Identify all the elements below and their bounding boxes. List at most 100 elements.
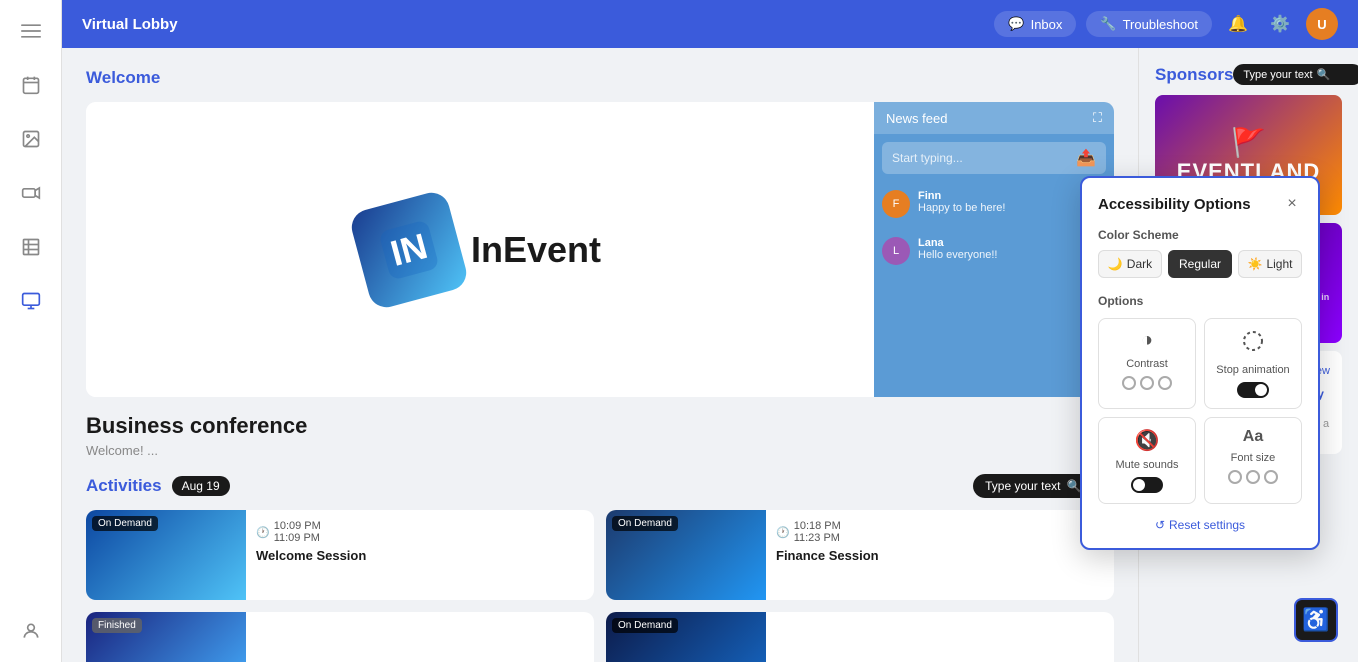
activity-time-2: 🕐10:18 PM11:23 PM	[776, 520, 1104, 544]
activity-card-4[interactable]: On Demand	[606, 612, 1114, 662]
message-lana: L Lana Hello everyone!! Nov 4	[882, 237, 1106, 272]
reset-icon: ↺	[1155, 518, 1165, 532]
date-badge: Aug 19	[172, 476, 230, 496]
conference-title: Business conference	[86, 413, 1114, 439]
on-demand-badge-4: On Demand	[612, 618, 678, 633]
logo-text: InEvent	[471, 229, 601, 271]
accessibility-fab-icon: ♿	[1302, 607, 1329, 633]
scheme-regular-button[interactable]: Regular	[1168, 250, 1232, 278]
troubleshoot-button[interactable]: 🔧 Troubleshoot	[1086, 11, 1212, 37]
logo-icon: IN	[348, 188, 470, 310]
font-size-option: Aa Font size	[1204, 417, 1302, 504]
activity-time-1: 🕐10:09 PM11:09 PM	[256, 520, 584, 544]
activities-header: Activities Aug 19 Type your text 🔍 ⚙	[86, 474, 1114, 498]
troubleshoot-icon: 🔧	[1100, 16, 1116, 32]
page-title: Virtual Lobby	[82, 16, 178, 33]
on-demand-badge-1: On Demand	[92, 516, 158, 531]
accessibility-fab[interactable]: ♿	[1294, 598, 1338, 642]
activity-thumb-4: On Demand	[606, 612, 766, 662]
reset-settings-link[interactable]: ↺ Reset settings	[1098, 518, 1302, 532]
monitor-icon[interactable]	[16, 286, 46, 316]
avatar[interactable]: U	[1306, 8, 1338, 40]
scheme-dark-button[interactable]: 🌙 Dark	[1098, 250, 1162, 278]
stop-animation-toggle[interactable]	[1237, 382, 1269, 398]
calendar-icon[interactable]	[16, 70, 46, 100]
modal-title: Accessibility Options	[1098, 196, 1251, 213]
mute-sounds-toggle[interactable]	[1131, 477, 1163, 493]
sidebar	[0, 0, 62, 662]
contrast-radio-3[interactable]	[1158, 376, 1172, 390]
activity-card-2[interactable]: On Demand 🕐10:18 PM11:23 PM Finance Sess…	[606, 510, 1114, 600]
contrast-radio-2[interactable]	[1140, 376, 1154, 390]
contrast-option: ◑ Contrast	[1098, 318, 1196, 409]
options-label: Options	[1098, 294, 1302, 308]
mute-sounds-knob	[1133, 479, 1145, 491]
font-size-radio-group	[1228, 470, 1278, 484]
contrast-radio-group	[1122, 376, 1172, 390]
logo-area: IN InEvent	[86, 102, 874, 397]
font-size-label: Font size	[1231, 452, 1276, 464]
left-panel: Welcome IN InEvent	[62, 48, 1138, 662]
inbox-icon: 💬	[1008, 16, 1024, 32]
stop-animation-option: Stop animation	[1204, 318, 1302, 409]
sponsors-search[interactable]: Type your text 🔍	[1233, 64, 1358, 85]
search-text: Type your text	[985, 479, 1060, 493]
welcome-area: IN InEvent News feed ⛶ Start typing... 📤	[86, 102, 1114, 397]
mute-sounds-label: Mute sounds	[1116, 459, 1179, 471]
conference-subtitle: Welcome! ...	[86, 443, 1114, 458]
activity-thumb-3: Finished	[86, 612, 246, 662]
newsfeed-label: News feed	[886, 111, 947, 126]
accessibility-modal: Accessibility Options × Color Scheme 🌙 D…	[1080, 176, 1320, 550]
moon-icon: 🌙	[1108, 257, 1123, 271]
send-icon[interactable]: 📤	[1076, 148, 1096, 168]
sponsors-header: Sponsors Type your text 🔍 ⚙	[1155, 64, 1342, 85]
font-size-radio-2[interactable]	[1246, 470, 1260, 484]
activity-name-1: Welcome Session	[256, 548, 584, 563]
on-demand-badge-2: On Demand	[612, 516, 678, 531]
sponsors-title: Sponsors	[1155, 65, 1233, 85]
modal-close-button[interactable]: ×	[1282, 194, 1302, 214]
list-icon[interactable]	[16, 232, 46, 262]
font-size-icon: Aa	[1243, 428, 1263, 446]
mute-sounds-icon: 🔇	[1135, 428, 1160, 453]
activity-name-2: Finance Session	[776, 548, 1104, 563]
color-scheme-label: Color Scheme	[1098, 228, 1302, 242]
person-icon[interactable]	[16, 616, 46, 646]
newsfeed-messages: F Finn Happy to be here! Nov 4 L Lana	[874, 182, 1114, 397]
contrast-label: Contrast	[1126, 358, 1168, 370]
newsfeed-input-area[interactable]: Start typing... 📤	[882, 142, 1106, 174]
font-size-radio-3[interactable]	[1264, 470, 1278, 484]
activity-card-1[interactable]: On Demand 🕐10:09 PM11:09 PM Welcome Sess…	[86, 510, 594, 600]
mute-sounds-option: 🔇 Mute sounds	[1098, 417, 1196, 504]
contrast-radio-1[interactable]	[1122, 376, 1136, 390]
image-icon[interactable]	[16, 124, 46, 154]
scheme-light-button[interactable]: ☀️ Light	[1238, 250, 1302, 278]
sponsors-search-text: Type your text	[1243, 69, 1312, 81]
stop-animation-icon	[1241, 329, 1265, 358]
hamburger-icon[interactable]	[16, 16, 46, 46]
activity-thumb-2: On Demand	[606, 510, 766, 600]
finn-avatar: F	[882, 190, 910, 218]
activities-grid: On Demand 🕐10:09 PM11:09 PM Welcome Sess…	[86, 510, 1114, 662]
activity-card-3[interactable]: Finished	[86, 612, 594, 662]
notifications-button[interactable]: 🔔	[1222, 8, 1254, 40]
video-icon[interactable]	[16, 178, 46, 208]
font-size-radio-1[interactable]	[1228, 470, 1242, 484]
stop-animation-knob	[1255, 384, 1267, 396]
color-scheme-buttons: 🌙 Dark Regular ☀️ Light	[1098, 250, 1302, 278]
welcome-title: Welcome	[86, 68, 1114, 88]
news-feed: News feed ⛶ Start typing... 📤 F Finn Hap…	[874, 102, 1114, 397]
finished-badge-3: Finished	[92, 618, 142, 633]
options-grid: ◑ Contrast Stop animation	[1098, 318, 1302, 504]
activities-search-box[interactable]: Type your text 🔍	[973, 474, 1093, 498]
inbox-button[interactable]: 💬 Inbox	[994, 11, 1076, 37]
newsfeed-placeholder: Start typing...	[892, 151, 963, 165]
stop-animation-label: Stop animation	[1216, 364, 1289, 376]
settings-button[interactable]: ⚙️	[1264, 8, 1296, 40]
sun-icon: ☀️	[1248, 257, 1263, 271]
sponsors-search-icon[interactable]: 🔍	[1317, 68, 1331, 81]
expand-icon[interactable]: ⛶	[1093, 110, 1102, 126]
contrast-icon: ◑	[1141, 329, 1153, 352]
lana-avatar: L	[882, 237, 910, 265]
activities-title: Activities	[86, 476, 162, 496]
